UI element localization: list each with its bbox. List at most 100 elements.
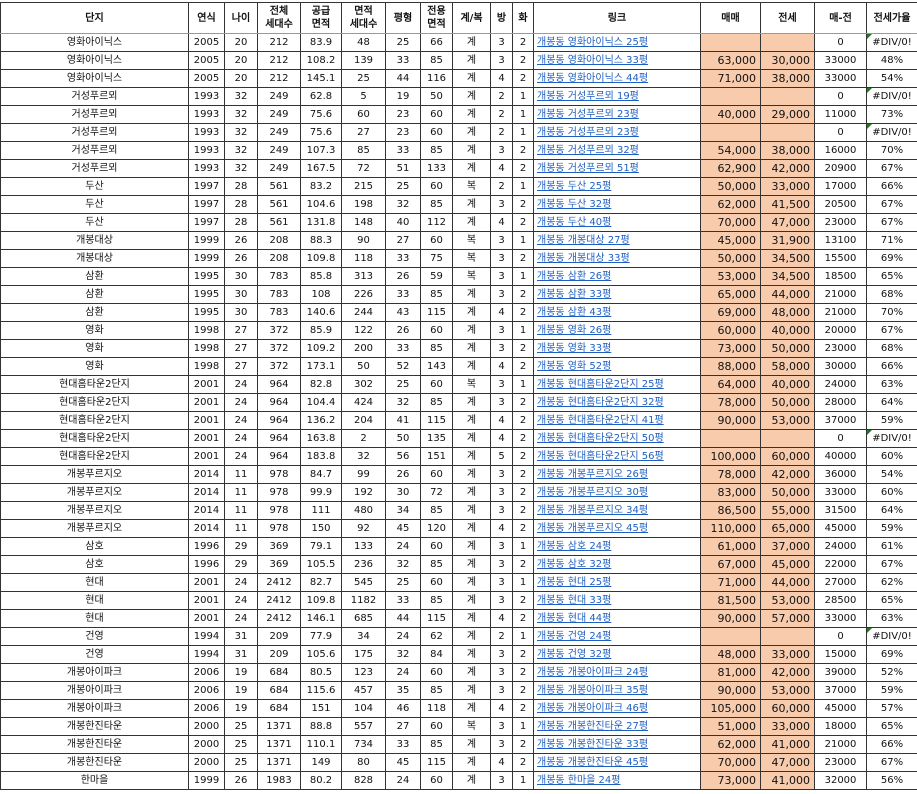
cell-supply-area[interactable]: 111: [301, 502, 342, 520]
cell-rooms[interactable]: 3: [491, 142, 513, 160]
cell-baths[interactable]: 2: [513, 70, 534, 88]
cell-exclusive-area[interactable]: 118: [421, 700, 453, 718]
cell-jeonse-price[interactable]: 33,000: [761, 646, 815, 664]
cell-price-gap[interactable]: 32000: [815, 772, 867, 790]
cell-price-gap[interactable]: 21000: [815, 304, 867, 322]
cell-area-households[interactable]: 198: [342, 196, 386, 214]
cell-pyeong[interactable]: 24: [386, 628, 421, 646]
cell-type[interactable]: 계: [453, 196, 491, 214]
cell-baths[interactable]: 1: [513, 232, 534, 250]
cell-sale-price[interactable]: 70,000: [701, 754, 761, 772]
cell-type[interactable]: 계: [453, 646, 491, 664]
cell-listing-link[interactable]: 개봉동 거성푸르뫼 32평: [534, 142, 701, 160]
cell-sale-price[interactable]: 73,000: [701, 340, 761, 358]
cell-sale-price[interactable]: 65,000: [701, 286, 761, 304]
cell-listing-link[interactable]: 개봉동 개봉대상 33평: [534, 250, 701, 268]
cell-baths[interactable]: 2: [513, 412, 534, 430]
cell-age[interactable]: 11: [225, 502, 258, 520]
cell-complex-name[interactable]: 한마을: [1, 772, 189, 790]
cell-exclusive-area[interactable]: 66: [421, 34, 453, 52]
cell-exclusive-area[interactable]: 151: [421, 448, 453, 466]
cell-baths[interactable]: 2: [513, 484, 534, 502]
cell-area-households[interactable]: 122: [342, 322, 386, 340]
cell-year-built[interactable]: 2000: [189, 754, 225, 772]
cell-jeonse-price[interactable]: 50,000: [761, 340, 815, 358]
cell-sale-price[interactable]: 100,000: [701, 448, 761, 466]
cell-rooms[interactable]: 3: [491, 574, 513, 592]
cell-jeonse-price[interactable]: 65,000: [761, 520, 815, 538]
cell-baths[interactable]: 2: [513, 700, 534, 718]
cell-area-households[interactable]: 313: [342, 268, 386, 286]
cell-jeonse-price[interactable]: 50,000: [761, 484, 815, 502]
cell-area-households[interactable]: 90: [342, 232, 386, 250]
cell-jeonse-ratio[interactable]: 52%: [867, 664, 917, 682]
cell-jeonse-price[interactable]: 47,000: [761, 214, 815, 232]
cell-supply-area[interactable]: 108: [301, 286, 342, 304]
cell-rooms[interactable]: 2: [491, 88, 513, 106]
cell-jeonse-ratio[interactable]: 54%: [867, 466, 917, 484]
cell-total-households[interactable]: 978: [258, 484, 301, 502]
cell-jeonse-price[interactable]: 60,000: [761, 700, 815, 718]
cell-sale-price[interactable]: 51,000: [701, 718, 761, 736]
cell-total-households[interactable]: 209: [258, 628, 301, 646]
cell-baths[interactable]: 2: [513, 592, 534, 610]
cell-listing-link[interactable]: 개봉동 영화 26평: [534, 322, 701, 340]
cell-jeonse-ratio[interactable]: 48%: [867, 52, 917, 70]
cell-supply-area[interactable]: 150: [301, 520, 342, 538]
cell-sale-price[interactable]: 110,000: [701, 520, 761, 538]
cell-supply-area[interactable]: 149: [301, 754, 342, 772]
cell-jeonse-price[interactable]: 57,000: [761, 610, 815, 628]
cell-area-households[interactable]: 139: [342, 52, 386, 70]
cell-complex-name[interactable]: 현대홈타운2단지: [1, 394, 189, 412]
cell-exclusive-area[interactable]: 85: [421, 286, 453, 304]
cell-year-built[interactable]: 2006: [189, 700, 225, 718]
cell-age[interactable]: 24: [225, 412, 258, 430]
cell-exclusive-area[interactable]: 75: [421, 250, 453, 268]
cell-rooms[interactable]: 3: [491, 682, 513, 700]
cell-jeonse-price[interactable]: 30,000: [761, 52, 815, 70]
cell-type[interactable]: 계: [453, 466, 491, 484]
cell-area-households[interactable]: 118: [342, 250, 386, 268]
cell-baths[interactable]: 1: [513, 772, 534, 790]
cell-sale-price[interactable]: 71,000: [701, 70, 761, 88]
cell-supply-area[interactable]: 167.5: [301, 160, 342, 178]
cell-area-households[interactable]: 133: [342, 538, 386, 556]
cell-complex-name[interactable]: 현대홈타운2단지: [1, 448, 189, 466]
cell-supply-area[interactable]: 88.8: [301, 718, 342, 736]
cell-exclusive-area[interactable]: 60: [421, 772, 453, 790]
cell-jeonse-price[interactable]: 34,500: [761, 268, 815, 286]
cell-sale-price[interactable]: 67,000: [701, 556, 761, 574]
cell-year-built[interactable]: 2001: [189, 610, 225, 628]
cell-price-gap[interactable]: 31500: [815, 502, 867, 520]
cell-type[interactable]: 계: [453, 520, 491, 538]
cell-year-built[interactable]: 2000: [189, 736, 225, 754]
cell-price-gap[interactable]: 23000: [815, 340, 867, 358]
cell-jeonse-ratio[interactable]: #DIV/0!: [867, 628, 917, 646]
cell-exclusive-area[interactable]: 85: [421, 196, 453, 214]
cell-area-households[interactable]: 34: [342, 628, 386, 646]
cell-sale-price[interactable]: 81,000: [701, 664, 761, 682]
cell-complex-name[interactable]: 영화아이닉스: [1, 70, 189, 88]
cell-area-households[interactable]: 457: [342, 682, 386, 700]
cell-total-households[interactable]: 964: [258, 448, 301, 466]
cell-baths[interactable]: 2: [513, 520, 534, 538]
cell-complex-name[interactable]: 두산: [1, 196, 189, 214]
cell-supply-area[interactable]: 108.2: [301, 52, 342, 70]
cell-listing-link[interactable]: 개봉동 현대홈타운2단지 50평: [534, 430, 701, 448]
cell-complex-name[interactable]: 개봉아이파크: [1, 664, 189, 682]
cell-complex-name[interactable]: 거성푸르뫼: [1, 124, 189, 142]
cell-complex-name[interactable]: 영화아이닉스: [1, 52, 189, 70]
header-total-households[interactable]: 전체 세대수: [258, 3, 301, 34]
cell-age[interactable]: 27: [225, 340, 258, 358]
cell-pyeong[interactable]: 32: [386, 556, 421, 574]
cell-year-built[interactable]: 1999: [189, 772, 225, 790]
cell-age[interactable]: 11: [225, 484, 258, 502]
cell-price-gap[interactable]: 16000: [815, 142, 867, 160]
cell-supply-area[interactable]: 145.1: [301, 70, 342, 88]
cell-pyeong[interactable]: 44: [386, 610, 421, 628]
cell-jeonse-ratio[interactable]: 71%: [867, 232, 917, 250]
header-rooms[interactable]: 방: [491, 3, 513, 34]
cell-type[interactable]: 복: [453, 178, 491, 196]
cell-price-gap[interactable]: 18000: [815, 718, 867, 736]
cell-jeonse-price[interactable]: 48,000: [761, 304, 815, 322]
